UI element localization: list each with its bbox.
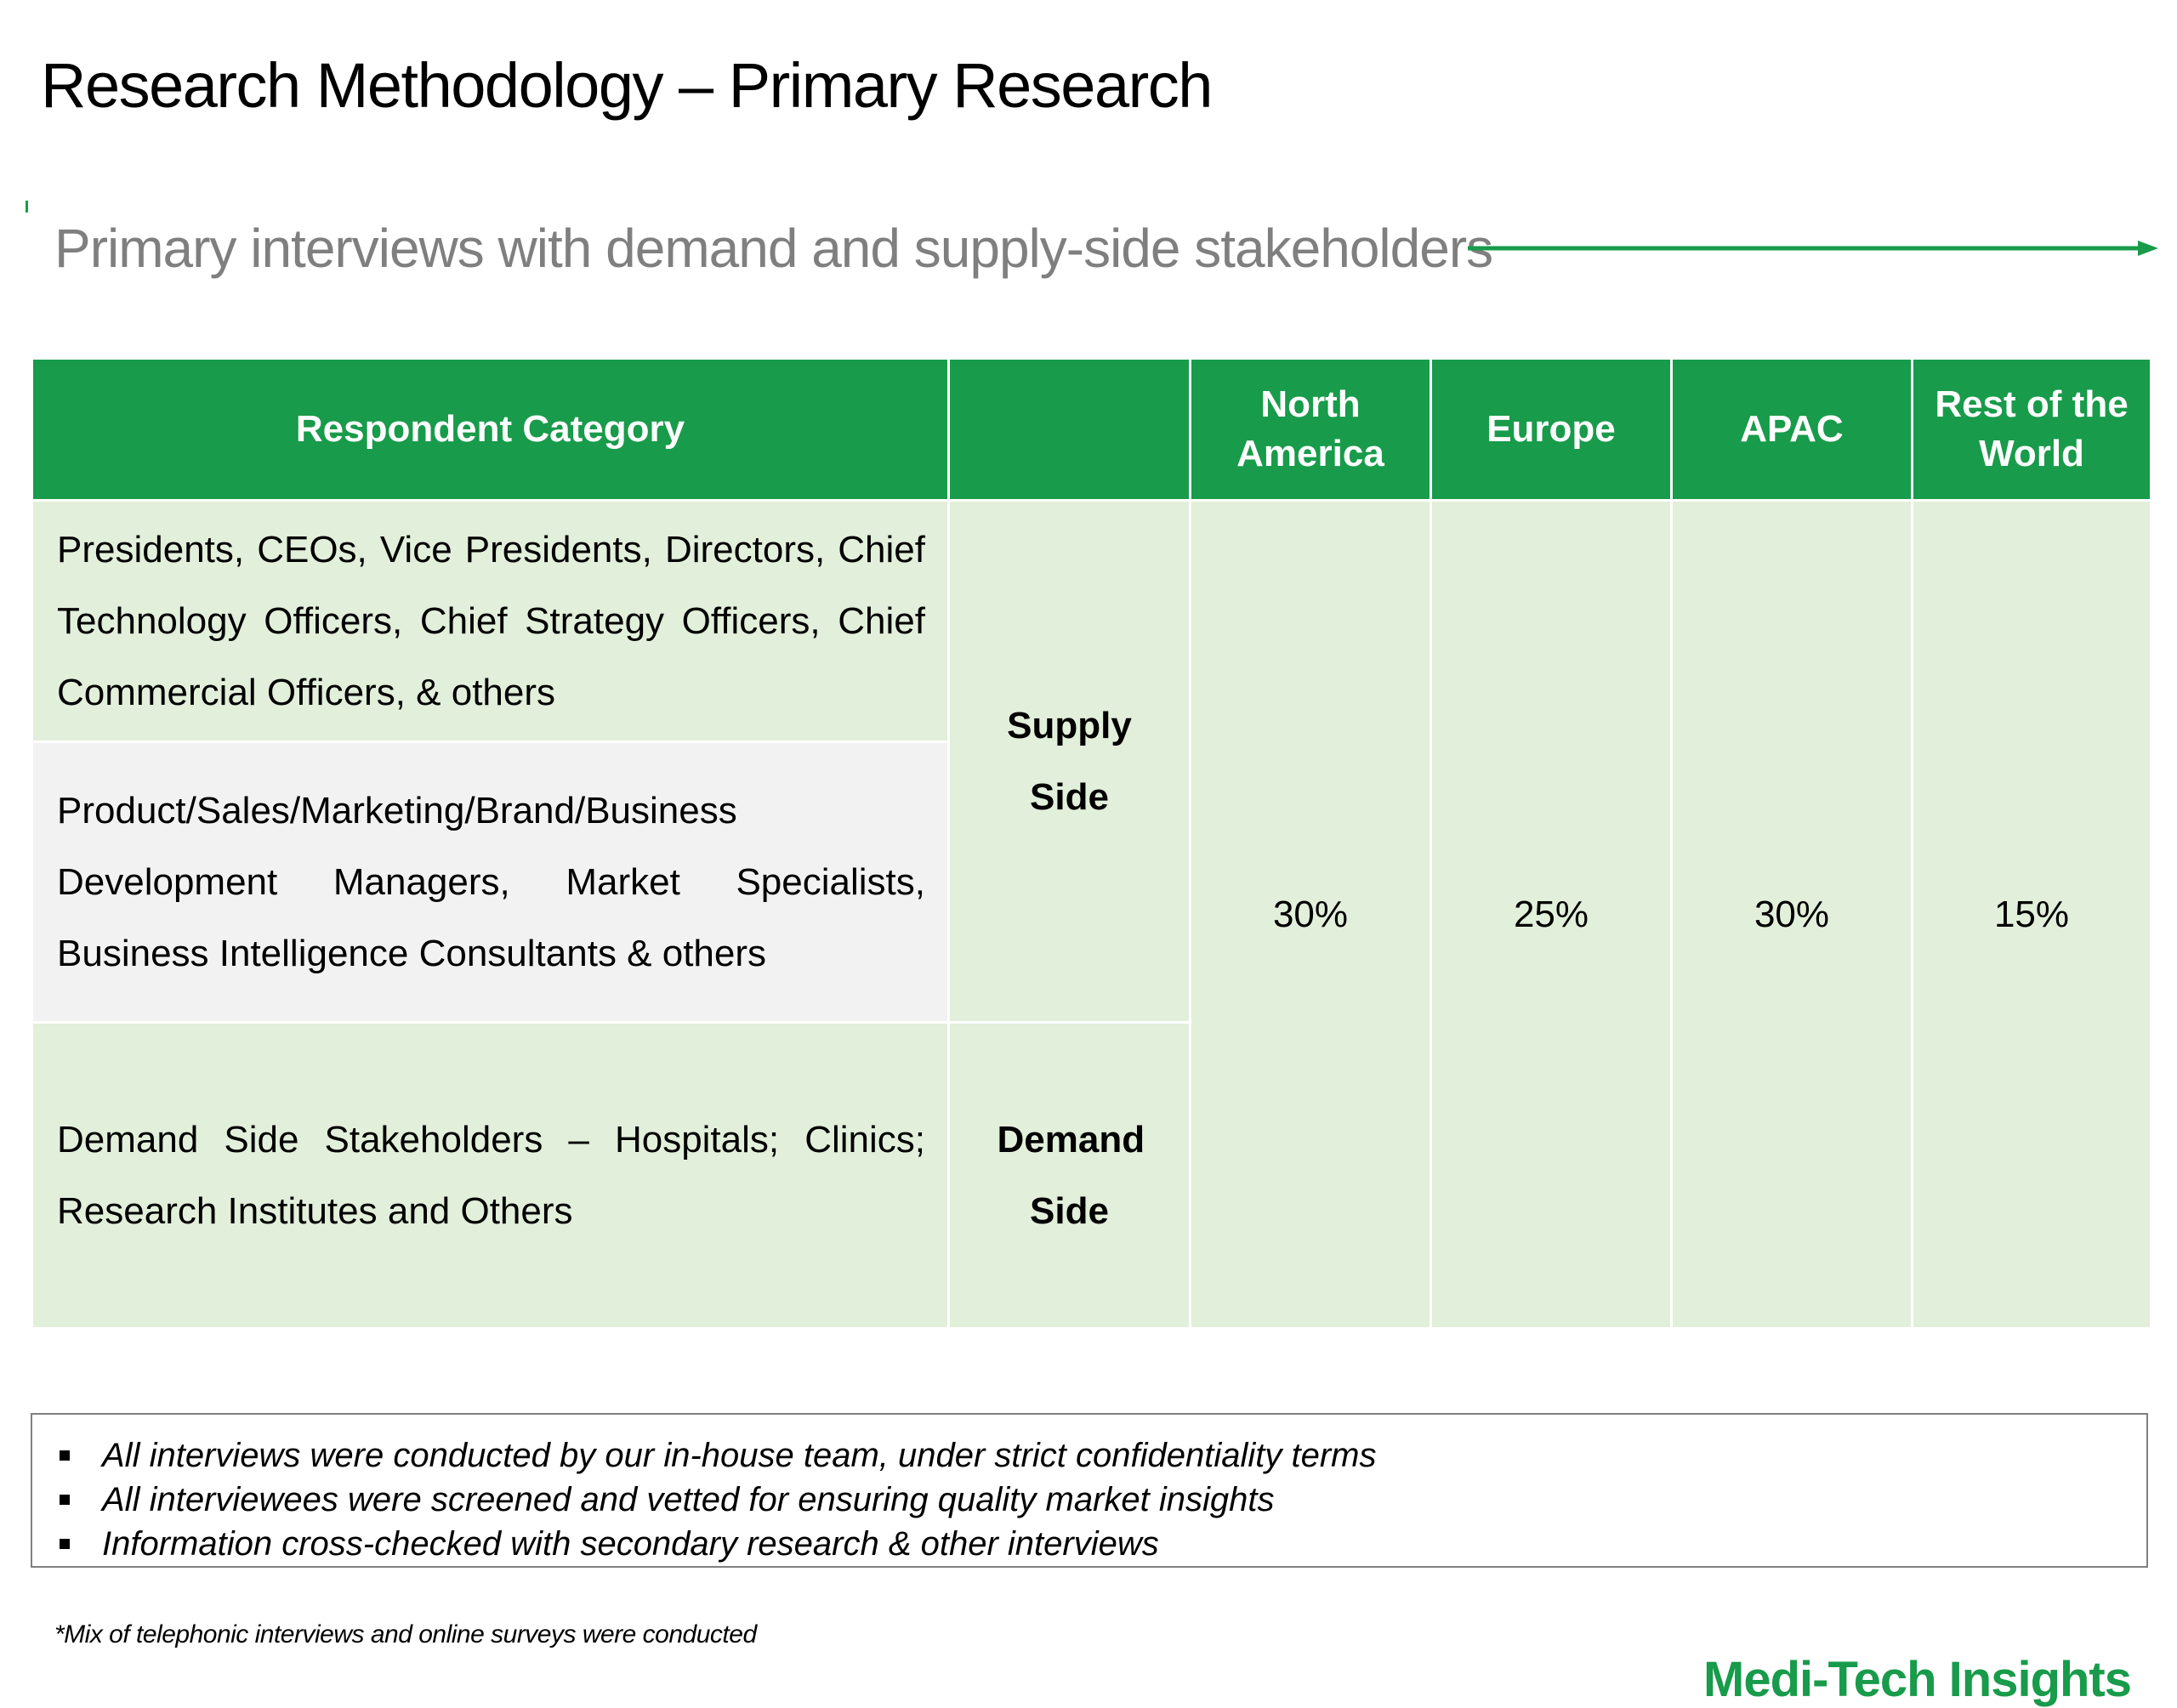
brand-logo: Medi-Tech Insights <box>1703 1652 2132 1707</box>
category-demand-stakeholders: Demand Side Stakeholders – Hospitals; Cl… <box>31 1021 950 1330</box>
header-north-america: North America <box>1189 357 1432 502</box>
header-side <box>947 357 1191 502</box>
header-rest-of-world: Rest of the World <box>1911 357 2152 502</box>
category-executives: Presidents, CEOs, Vice Presidents, Direc… <box>31 499 950 743</box>
header-respondent-category: Respondent Category <box>31 357 950 502</box>
respondent-table: Respondent Category North America Europe… <box>31 357 2152 1330</box>
bullet-icon <box>60 1539 70 1549</box>
note-item: All interviews were conducted by our in-… <box>32 1433 2146 1478</box>
bullet-icon <box>60 1495 70 1505</box>
demand-side-label: Demand Side <box>947 1021 1191 1330</box>
share-apac: 30% <box>1670 499 1913 1330</box>
page-subtitle: Primary interviews with demand and suppl… <box>54 218 1493 279</box>
supply-side-label: Supply Side <box>947 499 1191 1024</box>
right-arrow-icon <box>1468 241 2158 256</box>
table-header-row: Respondent Category North America Europe… <box>31 357 2152 502</box>
header-europe: Europe <box>1430 357 1673 502</box>
share-rest-of-world: 15% <box>1911 499 2152 1330</box>
note-item: Information cross-checked with secondary… <box>32 1522 2146 1566</box>
page-title: Research Methodology – Primary Research <box>41 50 1213 121</box>
category-managers: Product/Sales/Marketing/Brand/Business D… <box>31 741 950 1024</box>
share-north-america: 30% <box>1189 499 1432 1330</box>
note-item: All interviewees were screened and vette… <box>32 1478 2146 1522</box>
bullet-icon <box>60 1450 70 1461</box>
share-europe: 25% <box>1430 499 1673 1330</box>
table-row: Presidents, CEOs, Vice Presidents, Direc… <box>31 499 2152 1330</box>
subtitle-marker <box>26 201 28 213</box>
footnote: *Mix of telephonic interviews and online… <box>54 1620 757 1648</box>
notes-box: All interviews were conducted by our in-… <box>31 1413 2148 1568</box>
header-apac: APAC <box>1670 357 1913 502</box>
